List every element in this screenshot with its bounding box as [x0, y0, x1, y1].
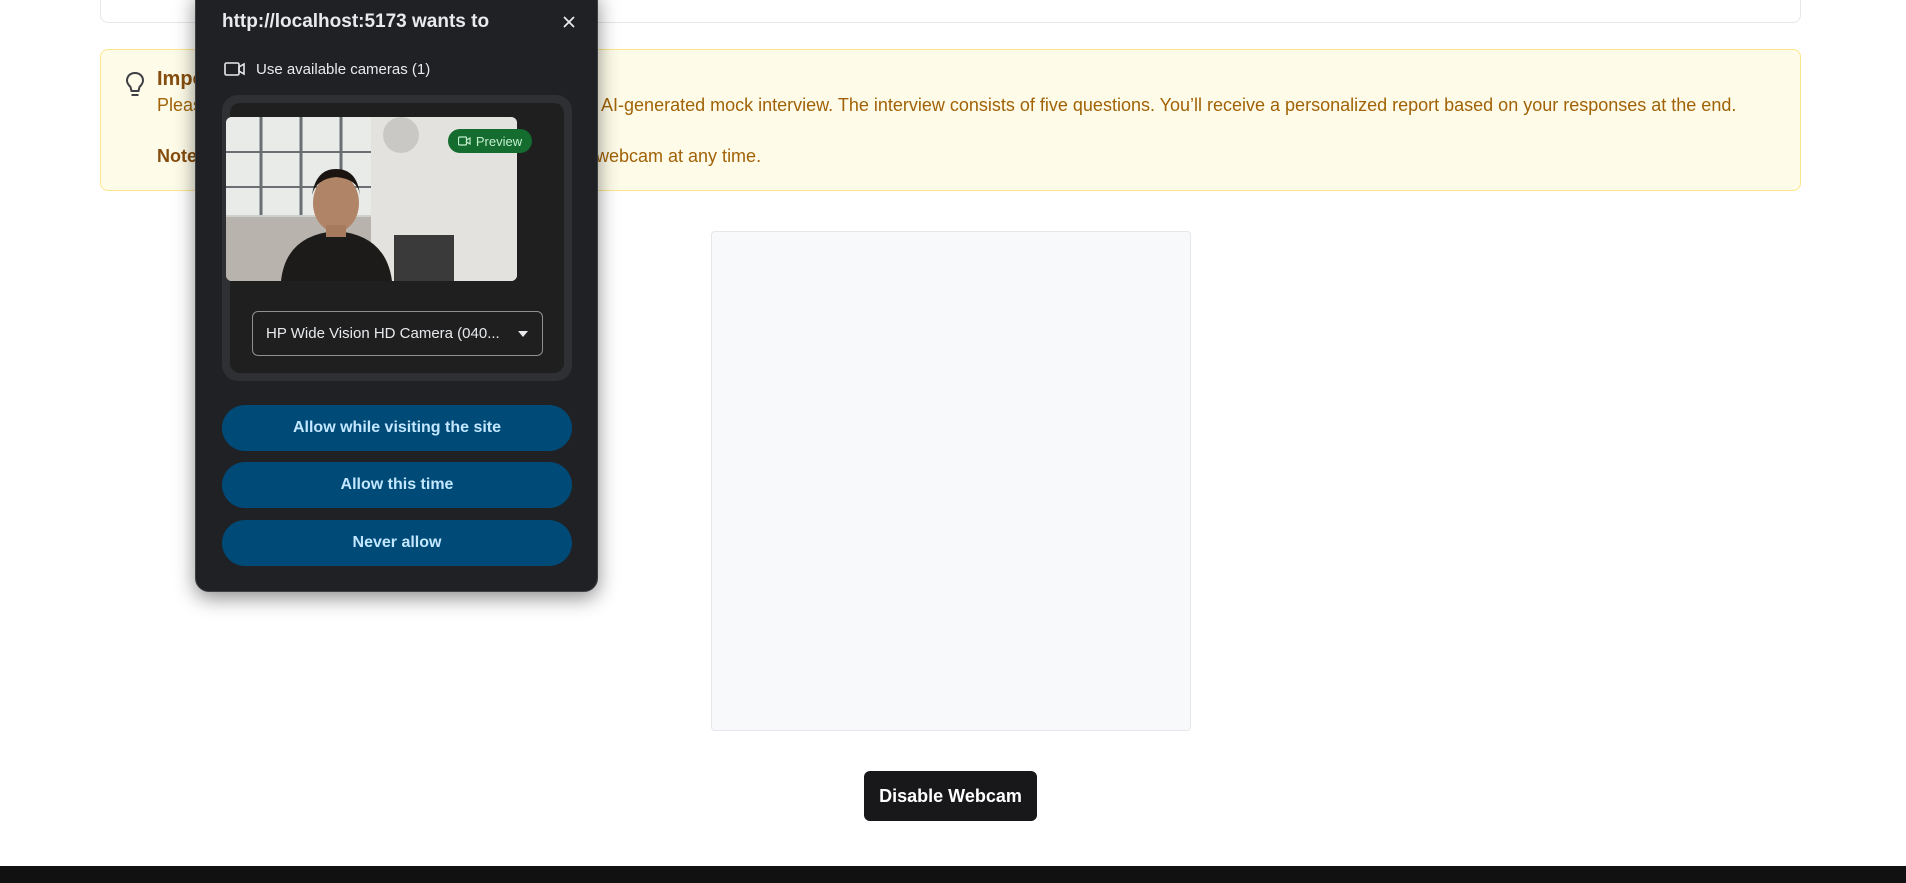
camera-permission-popup: http://localhost:5173 wants to Use avail…	[195, 0, 598, 592]
allow-this-time-button[interactable]: Allow this time	[222, 462, 572, 508]
preview-badge-label: Preview	[475, 133, 523, 149]
camera-permission-row: Use available cameras (1)	[224, 59, 430, 79]
preview-camera-icon	[457, 136, 471, 146]
camera-select-value: HP Wide Vision HD Camera (040...	[266, 325, 500, 342]
never-allow-button[interactable]: Never allow	[222, 520, 572, 566]
allow-while-visiting-button[interactable]: Allow while visiting the site	[222, 405, 572, 451]
disable-webcam-button[interactable]: Disable Webcam	[864, 771, 1037, 821]
camera-permission-label: Use available cameras (1)	[256, 60, 431, 78]
camera-select[interactable]: HP Wide Vision HD Camera (040...	[252, 311, 543, 356]
popup-title: http://localhost:5173 wants to	[222, 11, 490, 32]
page: Impo Pleas AI-generated mock interview. T…	[0, 0, 1906, 883]
video-camera-icon	[224, 62, 245, 76]
dropdown-arrow-icon	[518, 331, 528, 337]
taskbar	[0, 866, 1906, 883]
info-text-tail: AI-generated mock interview. The intervi…	[601, 95, 1737, 115]
preview-badge: Preview	[448, 129, 532, 153]
webcam-preview-area	[711, 231, 1191, 731]
close-icon[interactable]	[556, 9, 582, 35]
info-note-tail: webcam at any time.	[596, 146, 762, 166]
info-note-label: Note	[157, 146, 197, 166]
lightbulb-icon	[125, 71, 145, 96]
